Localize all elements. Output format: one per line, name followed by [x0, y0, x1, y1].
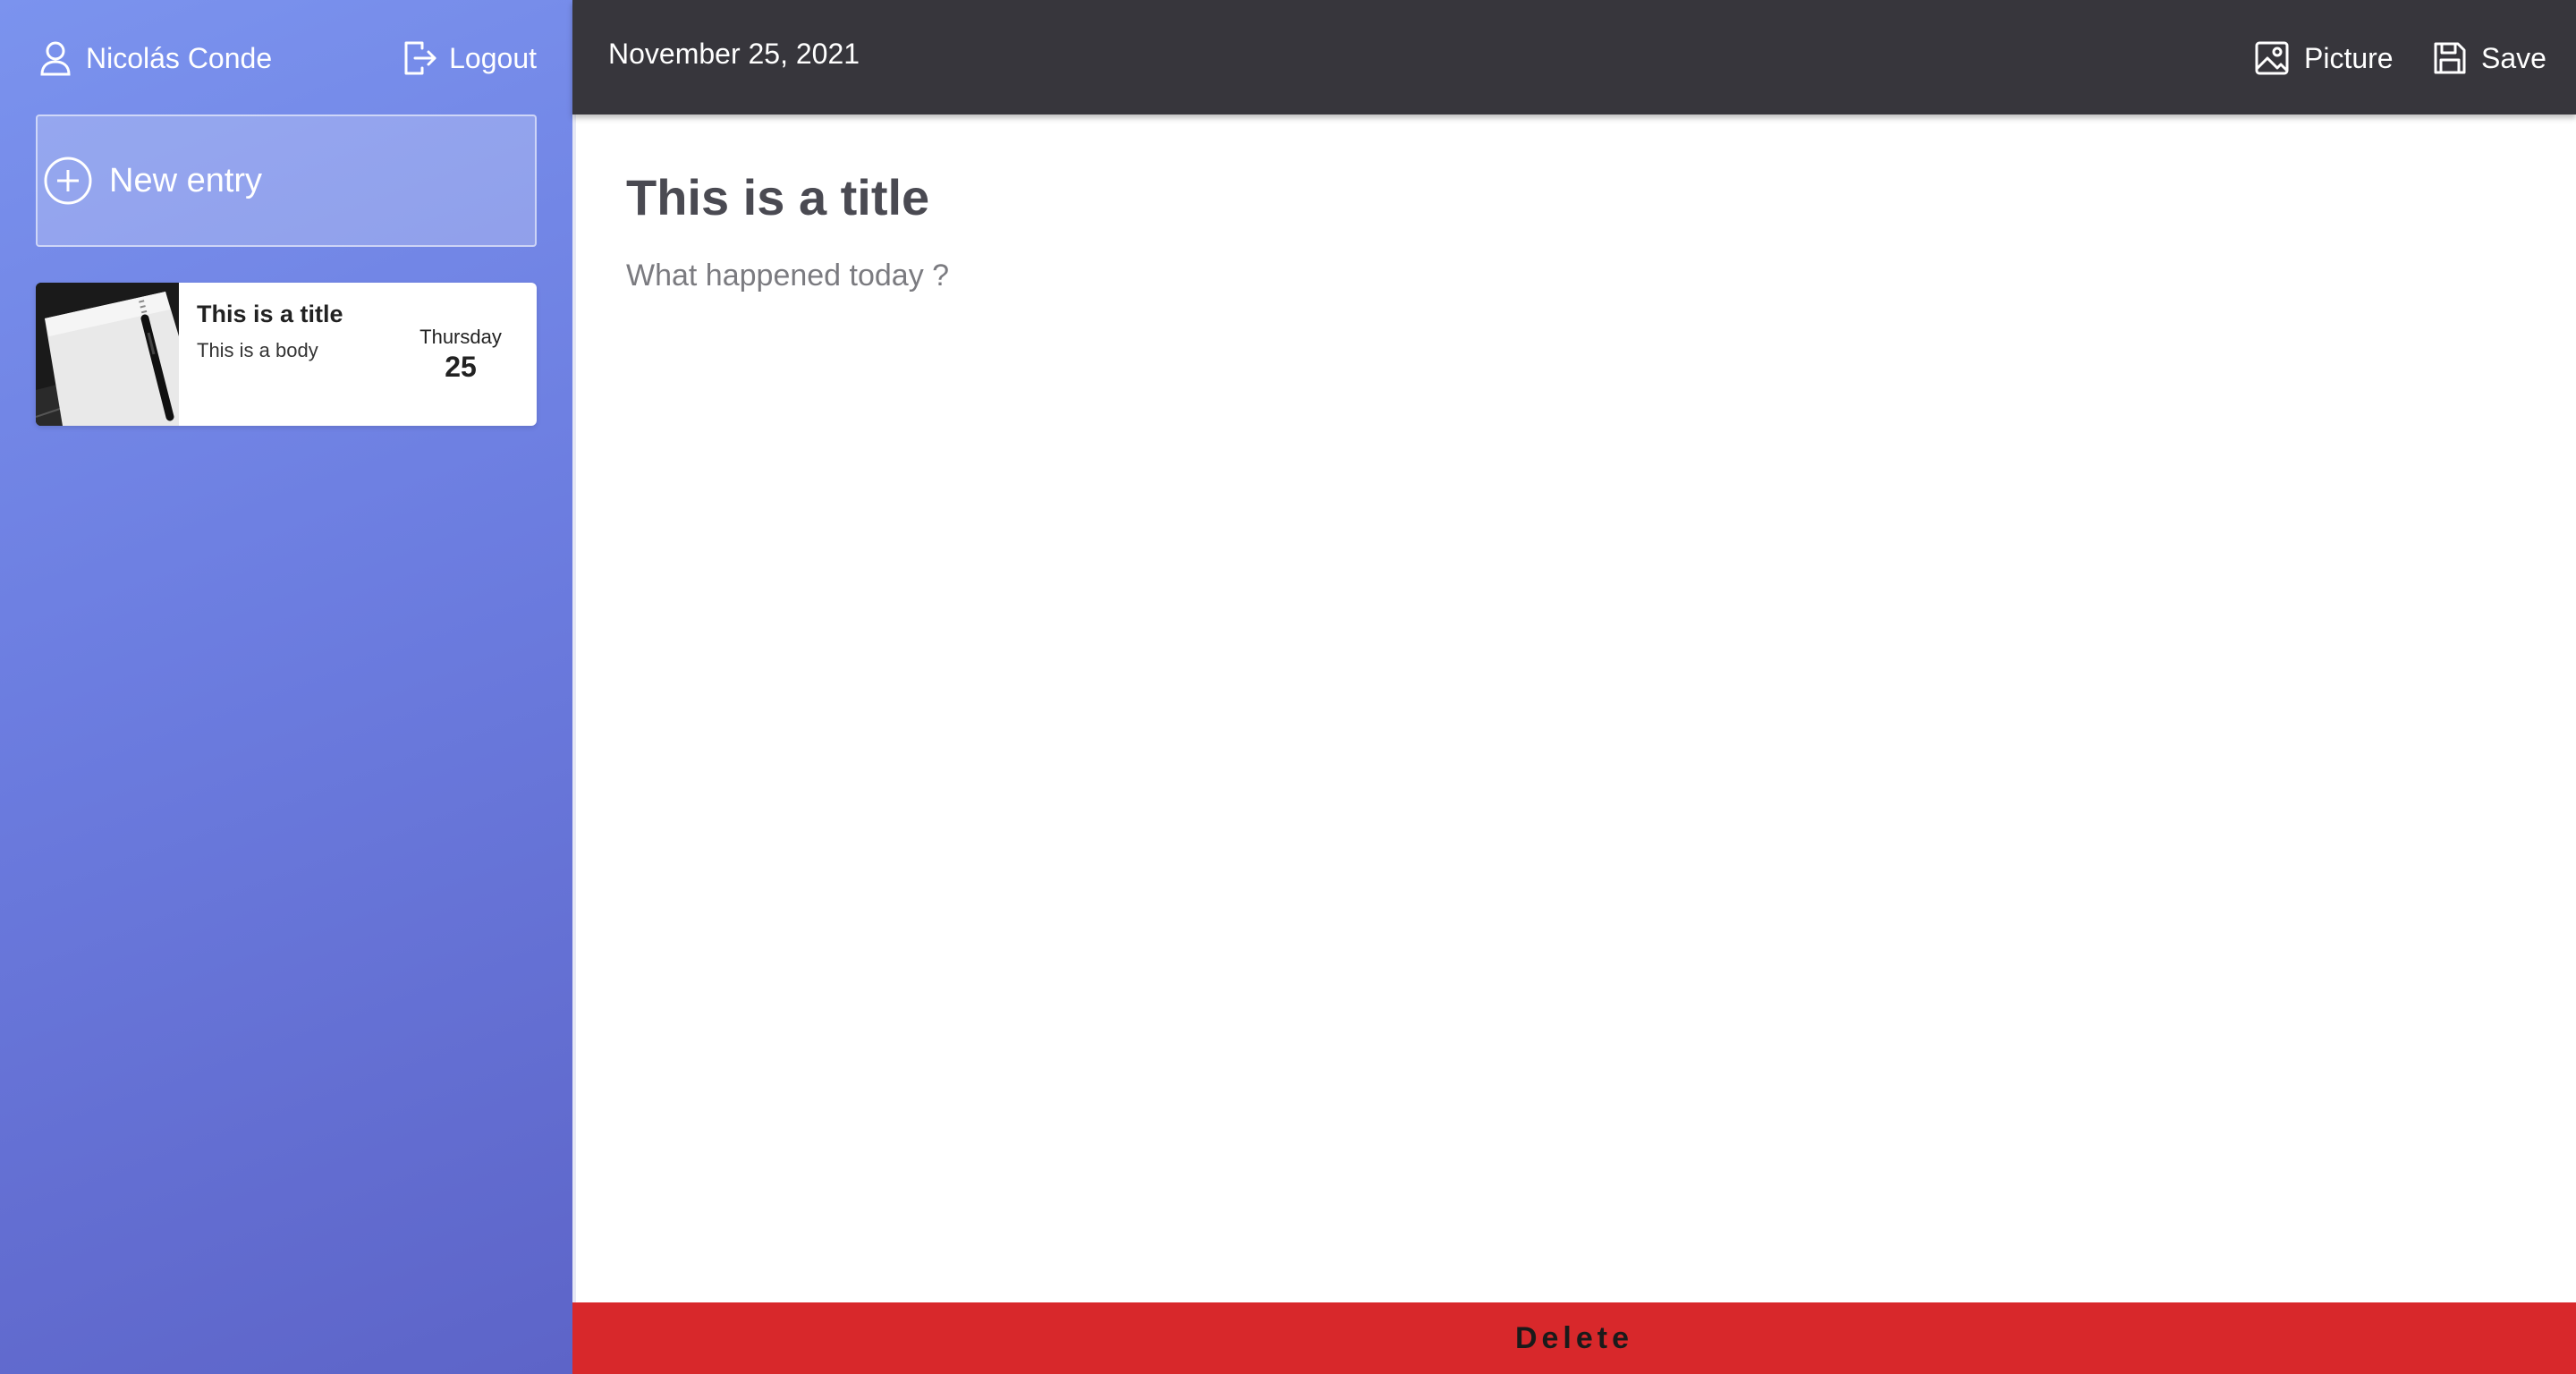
note-title-field[interactable]: This is a title [626, 168, 929, 226]
sidebar: Nicolás Conde Logout New entry This is a… [0, 0, 572, 1374]
entry-day: 25 [445, 351, 477, 383]
entry-weekday: Thursday [419, 326, 502, 348]
editor-area: This is a title [572, 114, 2576, 1302]
new-entry-label: New entry [109, 161, 263, 199]
new-entry-button[interactable]: New entry [36, 114, 537, 247]
topbar: November 25, 2021 Picture Save [572, 0, 2576, 114]
picture-button[interactable]: Picture [2254, 36, 2394, 81]
entry-body: This is a body [197, 339, 318, 361]
picture-label: Picture [2304, 41, 2394, 74]
delete-label: Delete [1514, 1320, 1634, 1355]
user-icon [39, 40, 72, 76]
journal-entry-card[interactable]: This is a title This is a body Thursday … [36, 283, 537, 426]
delete-button[interactable]: Delete [572, 1302, 2576, 1374]
floppy-disk-icon [2433, 41, 2467, 75]
logout-button[interactable]: Logout [402, 36, 537, 81]
logout-label: Logout [449, 41, 537, 74]
entry-title: This is a title [197, 301, 343, 327]
logout-icon [402, 39, 438, 77]
journal-app: Nicolás Conde Logout New entry This is a… [0, 0, 2576, 1374]
image-icon [2254, 40, 2290, 76]
entry-date-header: November 25, 2021 [608, 38, 860, 70]
plus-circle-icon [43, 156, 93, 206]
note-body-field[interactable] [626, 254, 2415, 297]
entry-thumbnail [36, 283, 179, 426]
save-button[interactable]: Save [2433, 36, 2546, 81]
save-label: Save [2481, 41, 2546, 74]
user-name: Nicolás Conde [86, 41, 273, 74]
entry-date: Thursday 25 [385, 283, 537, 426]
user-info: Nicolás Conde [39, 36, 272, 81]
entry-text: This is a title This is a body [179, 283, 385, 426]
